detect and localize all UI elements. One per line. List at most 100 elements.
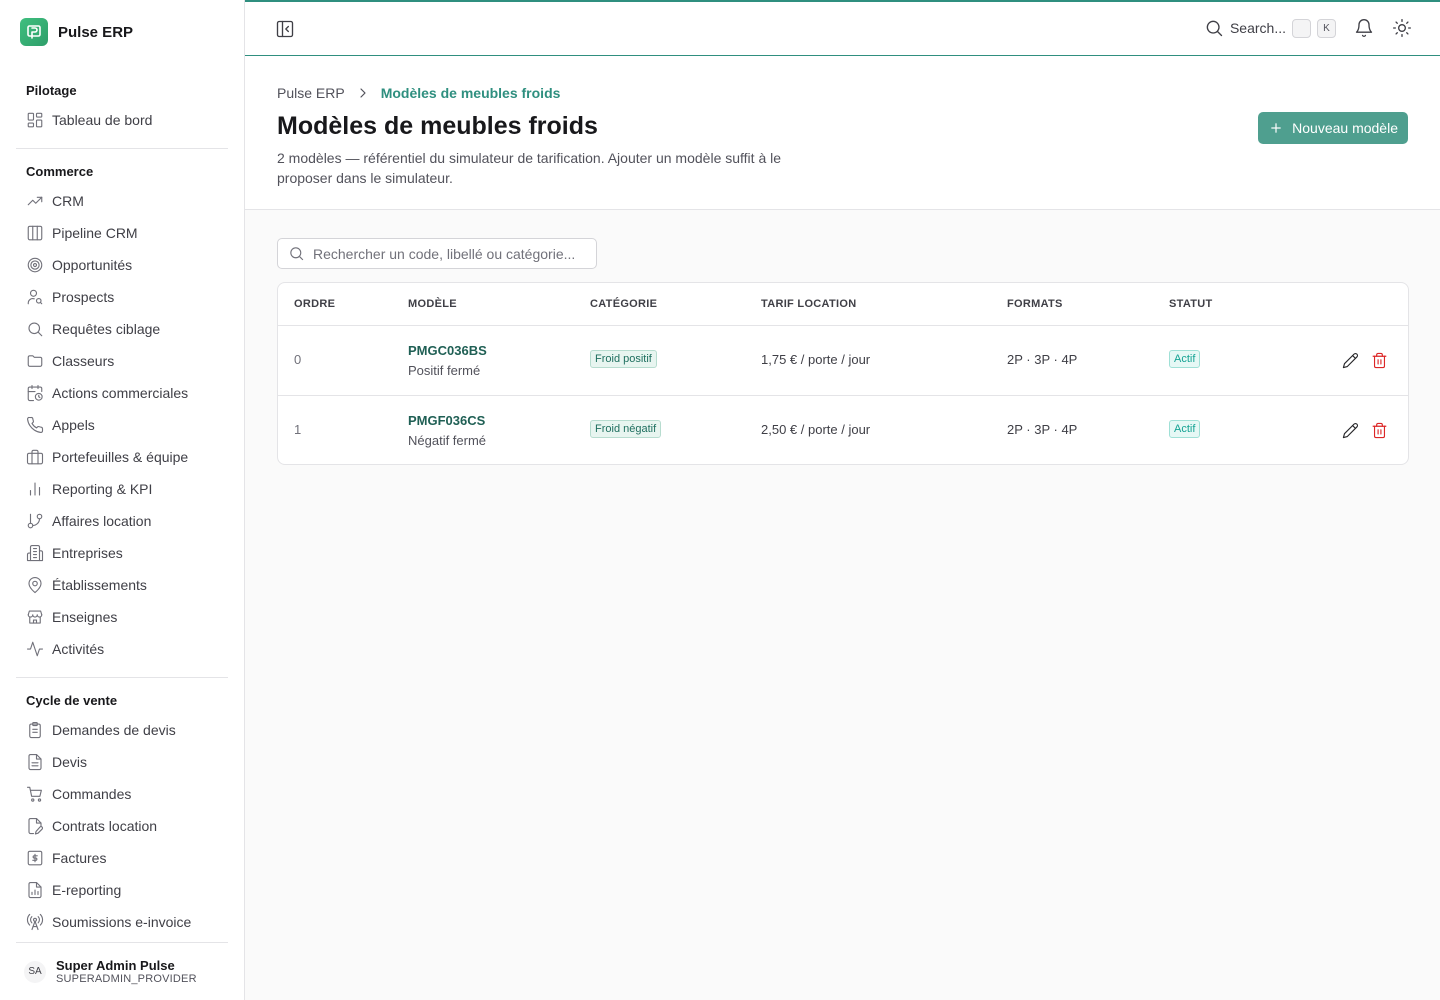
table-row[interactable]: 1 PMGF036CS Négatif fermé Froid négatif … (278, 396, 1408, 464)
sidebar-item-label: Opportunités (52, 257, 133, 273)
breadcrumb-current: Modèles de meubles froids (380, 85, 561, 101)
sidebar-item-label: Établissements (52, 577, 147, 593)
cell-tarif: 1,75 € / porte / jour (761, 352, 871, 367)
bell-icon (1355, 19, 1373, 38)
sidebar-item-tableau-de-bord[interactable]: Tableau de bord (16, 104, 228, 136)
sidebar-item-label: E-reporting (52, 882, 122, 898)
file-signature-icon (28, 817, 44, 835)
sidebar-item-label: Pipeline CRM (52, 225, 138, 241)
sidebar-item-factures[interactable]: Factures (16, 842, 228, 874)
breadcrumb-root[interactable]: Pulse ERP (277, 85, 345, 101)
nav-section-title: Cycle de vente (26, 693, 118, 708)
sidebar-item-commandes[interactable]: Commandes (16, 778, 228, 810)
trash-icon (1372, 352, 1387, 369)
column-header-category[interactable]: CATÉGORIE (590, 298, 657, 310)
column-header-formats[interactable]: FORMATS (1007, 298, 1063, 310)
search-icon (1206, 20, 1223, 37)
brand[interactable]: Pulse ERP (20, 18, 133, 46)
topbar: Search... K (245, 0, 1440, 56)
sun-icon (1393, 19, 1411, 37)
sidebar-item-entreprises[interactable]: Entreprises (16, 537, 228, 569)
model-label: Négatif fermé (408, 433, 487, 448)
sidebar-item-enseignes[interactable]: Enseignes (16, 601, 228, 633)
model-code[interactable]: PMGF036CS (408, 413, 486, 428)
cell-formats: 2P · 3P · 4P (1007, 352, 1078, 367)
sidebar-item-prospects[interactable]: Prospects (16, 281, 228, 313)
calendar-clock-icon (27, 384, 43, 402)
global-search-trigger[interactable]: Search... K (1204, 18, 1336, 38)
sidebar-item-label: CRM (52, 193, 84, 209)
sidebar-item-label: Activités (52, 641, 105, 657)
sidebar-item-requetes-ciblage[interactable]: Requêtes ciblage (16, 313, 228, 345)
sidebar-item-actions-commerciales[interactable]: Actions commerciales (16, 377, 228, 409)
file-chart-icon (28, 881, 42, 899)
sidebar-item-devis[interactable]: Devis (16, 746, 228, 778)
sidebar-item-pipeline-crm[interactable]: Pipeline CRM (16, 217, 228, 249)
model-search-input[interactable] (313, 245, 583, 262)
cell-tarif: 2,50 € / porte / jour (761, 422, 871, 437)
table-row[interactable]: 0 PMGC036BS Positif fermé Froid positif … (278, 326, 1408, 396)
sidebar: Pulse ERP Pilotage Tableau de bord Comme… (0, 0, 245, 1000)
delete-button[interactable] (1371, 422, 1388, 439)
sidebar-item-activites[interactable]: Activités (16, 633, 228, 665)
user-search-icon (27, 289, 43, 305)
sidebar-item-demandes-de-devis[interactable]: Demandes de devis (16, 714, 228, 746)
sidebar-item-label: Reporting & KPI (52, 481, 153, 497)
cell-formats: 2P · 3P · 4P (1007, 422, 1078, 437)
sidebar-item-label: Commandes (52, 786, 132, 802)
user-card[interactable]: SA Super Admin Pulse SUPERADMIN_PROVIDER (16, 942, 228, 1000)
cell-category: Froid négatif (590, 420, 662, 438)
category-badge: Froid positif (590, 350, 657, 368)
new-model-button[interactable]: Nouveau modèle (1258, 112, 1408, 144)
cell-status: Actif (1169, 350, 1201, 368)
target-icon (27, 257, 43, 273)
pencil-icon (1342, 423, 1358, 439)
column-header-tarif[interactable]: TARIF LOCATION (761, 298, 856, 310)
sidebar-item-classeurs[interactable]: Classeurs (16, 345, 228, 377)
cell-model: PMGF036CS Négatif fermé (408, 413, 486, 448)
sidebar-item-e-reporting[interactable]: E-reporting (16, 874, 228, 906)
chevron-right-icon (360, 88, 366, 98)
folder-icon (27, 355, 43, 367)
sidebar-item-affaires-location[interactable]: Affaires location (16, 505, 228, 537)
panel-left-icon (276, 20, 294, 38)
sidebar-item-label: Enseignes (52, 609, 118, 625)
git-branch-icon (27, 513, 43, 529)
plus-icon (1271, 123, 1281, 133)
sidebar-item-contrats-location[interactable]: Contrats location (16, 810, 228, 842)
column-header-status[interactable]: STATUT (1169, 298, 1213, 310)
sidebar-item-label: Requêtes ciblage (52, 321, 161, 337)
nav-section-title: Pilotage (26, 83, 77, 98)
theme-toggle-button[interactable] (1392, 18, 1412, 38)
sidebar-item-opportunites[interactable]: Opportunités (16, 249, 228, 281)
sidebar-item-reporting-kpi[interactable]: Reporting & KPI (16, 473, 228, 505)
notifications-button[interactable] (1354, 18, 1374, 38)
nav-section-pilotage: Pilotage Tableau de bord (16, 72, 228, 142)
sidebar-item-etablissements[interactable]: Établissements (16, 569, 228, 601)
pencil-icon (1342, 353, 1358, 369)
cell-status: Actif (1169, 420, 1201, 438)
model-search-field[interactable] (277, 238, 597, 269)
sidebar-item-crm[interactable]: CRM (16, 185, 228, 217)
model-label: Positif fermé (408, 363, 481, 378)
nav-section-title: Commerce (26, 164, 94, 179)
sidebar-toggle-button[interactable] (275, 19, 295, 39)
column-header-model[interactable]: MODÈLE (408, 298, 457, 310)
row-actions (1342, 352, 1388, 369)
shortcut-key-modifier (1292, 18, 1311, 38)
sidebar-item-label: Entreprises (52, 545, 123, 561)
trending-up-icon (27, 196, 43, 206)
cell-order: 0 (294, 352, 302, 367)
search-icon (290, 247, 304, 261)
building-icon (26, 544, 44, 562)
sidebar-item-soumissions-e-invoice[interactable]: Soumissions e-invoice (16, 906, 228, 938)
search-label: Search... (1229, 20, 1286, 36)
category-badge: Froid négatif (590, 420, 662, 438)
delete-button[interactable] (1371, 352, 1388, 369)
sidebar-item-portefeuilles[interactable]: Portefeuilles & équipe (16, 441, 228, 473)
edit-button[interactable] (1342, 352, 1359, 369)
model-code[interactable]: PMGC036BS (408, 343, 487, 358)
sidebar-item-appels[interactable]: Appels (16, 409, 228, 441)
column-header-order[interactable]: ORDRE (294, 298, 335, 310)
edit-button[interactable] (1342, 422, 1359, 439)
